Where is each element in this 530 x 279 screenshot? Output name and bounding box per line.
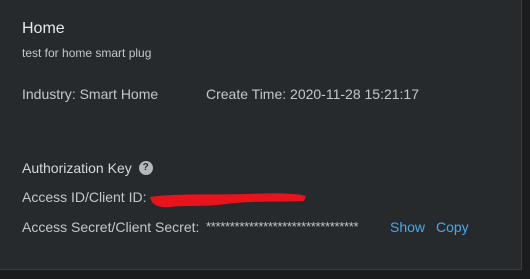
- access-secret-label: Access Secret/Client Secret:: [22, 219, 200, 235]
- access-id-label: Access ID/Client ID:: [22, 189, 147, 205]
- industry-value: Smart Home: [79, 86, 159, 102]
- show-secret-button[interactable]: Show: [390, 219, 425, 235]
- redaction-scribble: [150, 193, 306, 208]
- create-time-value: 2020-11-28 15:21:17: [290, 86, 419, 102]
- question-circle-icon[interactable]: ?: [138, 161, 153, 175]
- copy-secret-button[interactable]: Copy: [436, 219, 469, 235]
- authorization-key-title: Authorization Key: [22, 160, 132, 176]
- project-description: test for home smart plug: [22, 46, 152, 60]
- create-time-label: Create Time: [206, 86, 290, 102]
- create-time-field: Create Time2020-11-28 15:21:17: [206, 86, 419, 102]
- access-secret-value: ********************************: [206, 219, 359, 234]
- project-info-panel: Home test for home smart plug IndustrySm…: [0, 0, 522, 270]
- authorization-key-heading: Authorization Key ?: [22, 160, 153, 176]
- industry-label: Industry: [22, 86, 80, 102]
- project-title: Home: [22, 20, 65, 37]
- industry-field: IndustrySmart Home: [22, 86, 158, 102]
